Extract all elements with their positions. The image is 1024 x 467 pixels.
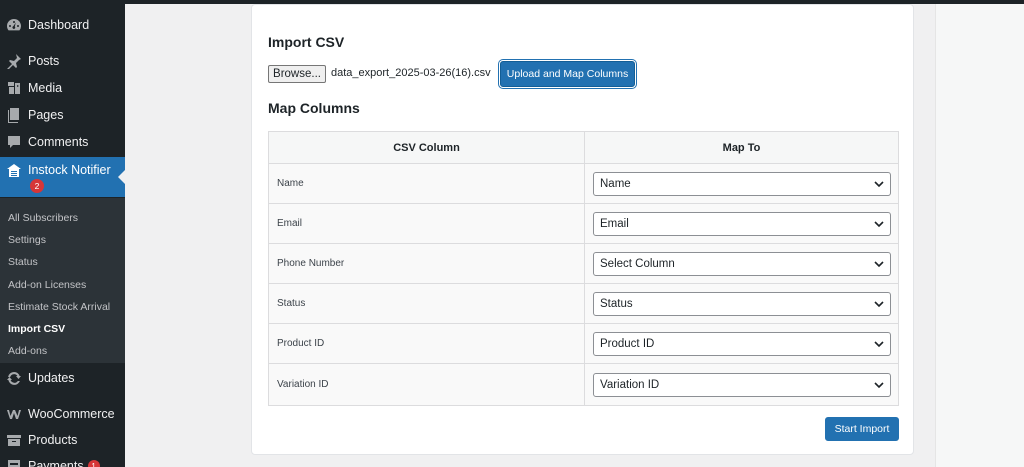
csv-column-name: Product ID bbox=[269, 324, 585, 363]
menu-label: Instock Notifier bbox=[28, 163, 111, 177]
table-row: Name Name bbox=[269, 164, 898, 204]
menu-label: Comments bbox=[28, 135, 89, 149]
menu-item-media[interactable]: Media bbox=[0, 75, 125, 101]
submenu-item-addons[interactable]: Add-ons bbox=[8, 345, 47, 357]
select-value: Variation ID bbox=[600, 378, 660, 391]
map-select-name[interactable]: Name bbox=[593, 171, 891, 196]
column-header-csv: CSV Column bbox=[269, 132, 585, 163]
table-row: Variation ID Variation ID bbox=[269, 364, 898, 405]
instock-submenu: All Subscribers Settings Status Add-on L… bbox=[0, 198, 125, 363]
table-row: Status Status bbox=[269, 284, 898, 324]
import-panel: Import CSV Browse... data_export_2025-03… bbox=[251, 4, 914, 455]
map-columns-title: Map Columns bbox=[268, 100, 360, 116]
menu-item-comments[interactable]: Comments bbox=[0, 129, 125, 155]
submenu-item-estimate-stock-arrival[interactable]: Estimate Stock Arrival bbox=[8, 301, 110, 313]
select-value: Status bbox=[600, 297, 633, 310]
menu-item-products[interactable]: Products bbox=[0, 427, 125, 453]
map-select-variation-id[interactable]: Variation ID bbox=[593, 372, 891, 397]
map-select-email[interactable]: Email bbox=[593, 211, 891, 236]
table-row: Product ID Product ID bbox=[269, 324, 898, 364]
menu-item-woocommerce[interactable]: WooCommerce bbox=[0, 401, 125, 427]
select-value: Name bbox=[600, 177, 631, 190]
table-row: Phone Number Select Column bbox=[269, 244, 898, 284]
select-value: Select Column bbox=[600, 257, 675, 270]
menu-item-pages[interactable]: Pages bbox=[0, 102, 125, 128]
products-icon bbox=[6, 432, 22, 448]
map-select-phone-number[interactable]: Select Column bbox=[593, 251, 891, 276]
chevron-down-icon bbox=[874, 260, 884, 267]
browse-button[interactable]: Browse... bbox=[268, 65, 326, 83]
menu-label: Dashboard bbox=[28, 18, 90, 32]
menu-label: Updates bbox=[28, 371, 75, 385]
start-import-button[interactable]: Start Import bbox=[825, 417, 899, 441]
chevron-down-icon bbox=[874, 300, 884, 307]
menu-label: WooCommerce bbox=[28, 407, 115, 421]
csv-column-name: Name bbox=[269, 164, 585, 203]
map-columns-table: CSV Column Map To Name Name Email Email bbox=[268, 131, 899, 406]
submenu-item-status[interactable]: Status bbox=[8, 256, 38, 268]
menu-item-posts[interactable]: Posts bbox=[0, 48, 125, 74]
map-select-status[interactable]: Status bbox=[593, 291, 891, 316]
active-indicator bbox=[118, 170, 125, 184]
selected-file-name: data_export_2025-03-26(16).csv bbox=[331, 67, 491, 79]
notification-badge: 2 bbox=[30, 179, 44, 193]
updates-icon bbox=[6, 370, 22, 386]
menu-item-payments[interactable]: Payments 1 bbox=[0, 453, 125, 467]
chevron-down-icon bbox=[874, 220, 884, 227]
menu-label: Media bbox=[28, 81, 63, 95]
select-value: Email bbox=[600, 217, 629, 230]
comment-icon bbox=[6, 134, 22, 150]
pages-icon bbox=[6, 107, 22, 123]
chevron-down-icon bbox=[874, 340, 884, 347]
menu-item-instock-notifier[interactable]: Instock Notifier 2 bbox=[0, 157, 125, 197]
chevron-down-icon bbox=[874, 381, 884, 388]
csv-column-name: Variation ID bbox=[269, 364, 585, 405]
chevron-down-icon bbox=[874, 180, 884, 187]
map-select-product-id[interactable]: Product ID bbox=[593, 331, 891, 356]
menu-label: Payments bbox=[28, 459, 84, 467]
media-icon bbox=[6, 80, 22, 96]
menu-label: Posts bbox=[28, 54, 60, 68]
csv-column-name: Status bbox=[269, 284, 585, 323]
csv-column-name: Phone Number bbox=[269, 244, 585, 283]
submenu-item-import-csv[interactable]: Import CSV bbox=[8, 323, 65, 335]
menu-item-dashboard[interactable]: Dashboard bbox=[0, 12, 125, 38]
instock-icon bbox=[6, 163, 22, 179]
table-row: Email Email bbox=[269, 204, 898, 244]
menu-label: Pages bbox=[28, 108, 64, 122]
submenu-item-settings[interactable]: Settings bbox=[8, 234, 46, 246]
notification-badge: 1 bbox=[87, 460, 100, 467]
csv-column-name: Email bbox=[269, 204, 585, 243]
select-value: Product ID bbox=[600, 337, 655, 350]
submenu-item-all-subscribers[interactable]: All Subscribers bbox=[8, 212, 78, 224]
pin-icon bbox=[6, 53, 22, 69]
submenu-item-addon-licenses[interactable]: Add-on Licenses bbox=[8, 279, 86, 291]
menu-label: Products bbox=[28, 433, 78, 447]
dashboard-icon bbox=[6, 17, 22, 33]
upload-and-map-button[interactable]: Upload and Map Columns bbox=[500, 61, 635, 87]
column-header-map-to: Map To bbox=[722, 141, 761, 154]
right-background-strip bbox=[935, 4, 1024, 467]
import-title: Import CSV bbox=[268, 34, 345, 50]
table-header: CSV Column Map To bbox=[269, 132, 898, 164]
payments-icon bbox=[6, 458, 22, 467]
woocommerce-icon bbox=[6, 406, 22, 422]
admin-sidebar: Dashboard Posts Media Pages Comments Ins… bbox=[0, 4, 125, 467]
menu-item-updates[interactable]: Updates bbox=[0, 365, 125, 391]
